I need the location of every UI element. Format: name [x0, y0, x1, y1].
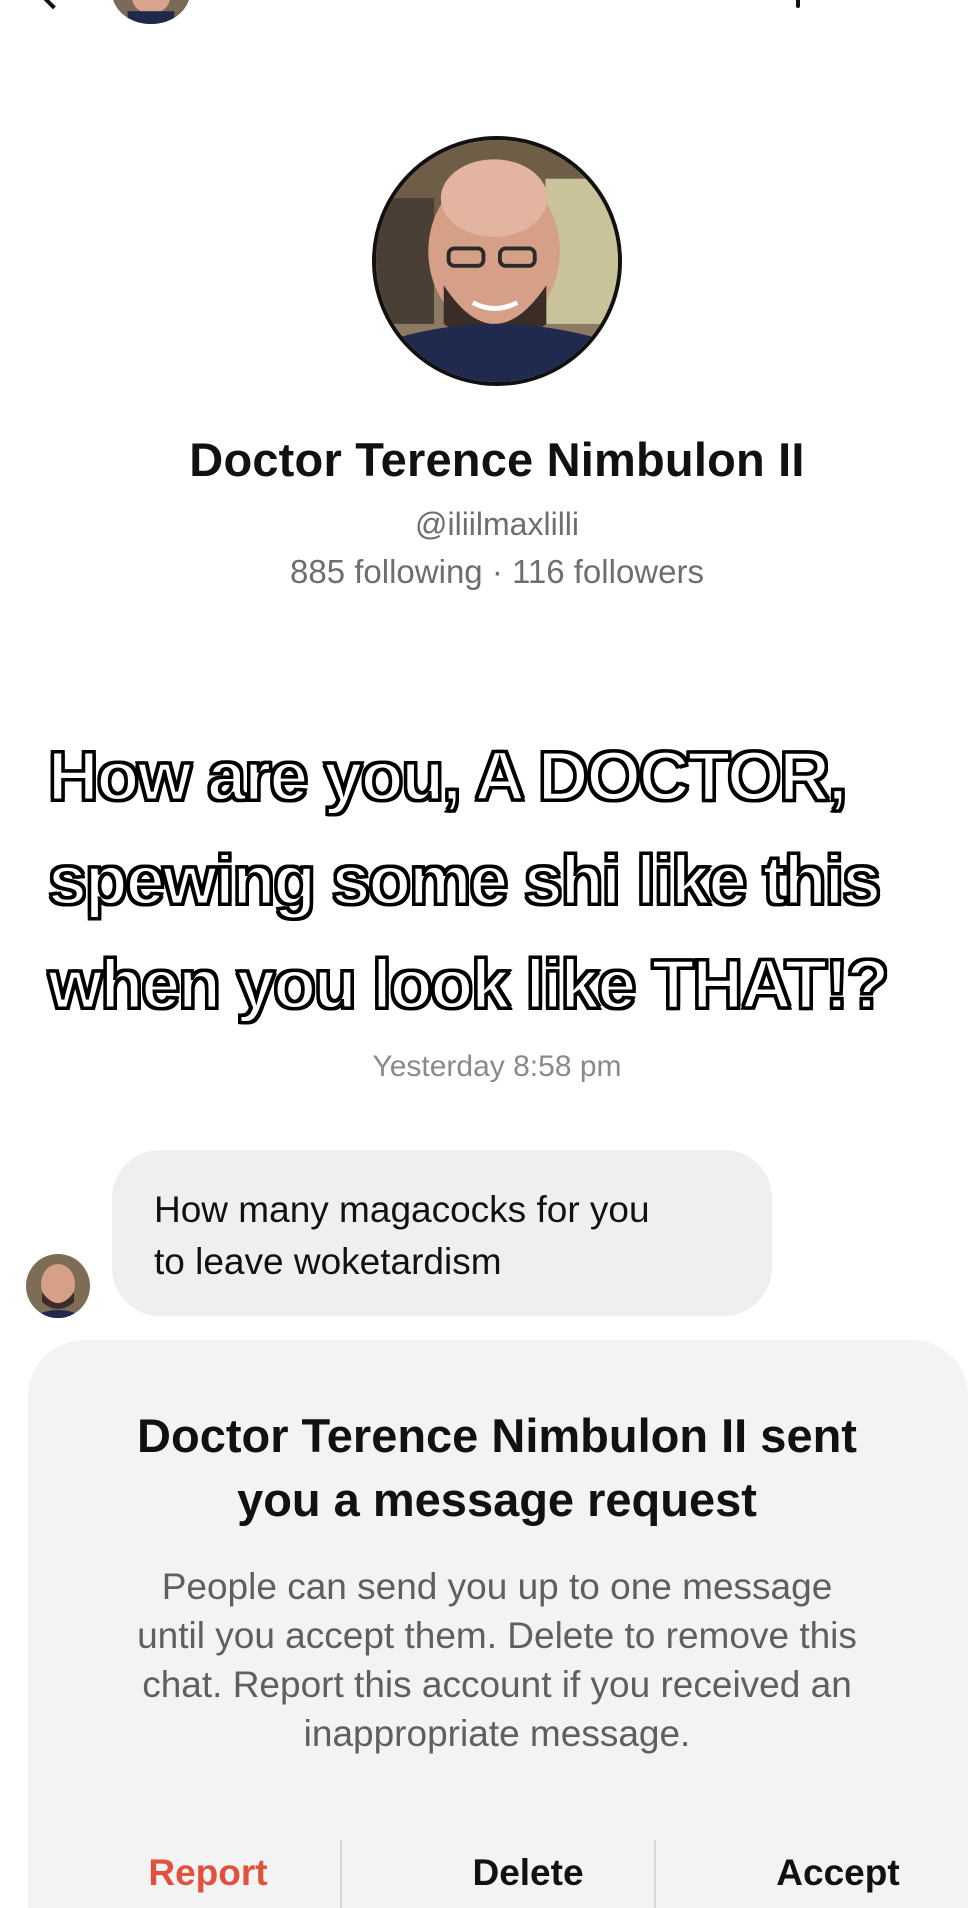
- report-button[interactable]: Report: [78, 1852, 338, 1894]
- delete-button[interactable]: Delete: [368, 1852, 688, 1894]
- divider: [654, 1840, 656, 1908]
- request-title-line: Doctor Terence Nimbulon II sent: [137, 1409, 857, 1462]
- profile-avatar[interactable]: [372, 136, 622, 386]
- profile-handle: @iliilmaxlilli: [414, 506, 580, 542]
- request-actions: Report Delete Accept: [28, 1840, 968, 1908]
- request-title: Doctor Terence Nimbulon II sent you a me…: [0, 1404, 972, 1532]
- accept-button[interactable]: Accept: [678, 1852, 972, 1894]
- message-timestamp: Yesterday 8:58 pm: [372, 1050, 622, 1083]
- request-body-line: inappropriate message.: [303, 1713, 691, 1754]
- request-body-line: chat. Report this account if you receive…: [142, 1664, 852, 1705]
- request-description: People can send you up to one message un…: [90, 1562, 904, 1758]
- caption-overlay: How are you, A DOCTOR, spewing some shi …: [47, 724, 948, 1036]
- back-chevron-icon[interactable]: [34, 0, 72, 10]
- caption-line: How are you, A DOCTOR,: [47, 736, 849, 817]
- message-bubble[interactable]: How many magacocks for you to leave woke…: [112, 1150, 772, 1316]
- request-title-line: you a message request: [237, 1473, 757, 1526]
- caption-line: when you look like THAT!?: [47, 944, 891, 1025]
- profile-name: Doctor Terence Nimbulon II: [189, 433, 805, 486]
- message-request-screen: Doctor Terence Nimbulon II @iliilmaxlill…: [0, 0, 972, 1908]
- caption-line: spewing some shi like this: [47, 840, 883, 921]
- request-body-line: until you accept them. Delete to remove …: [137, 1615, 857, 1656]
- profile-stats: 885 following · 116 followers: [290, 553, 704, 590]
- message-text-line: How many magacocks for you: [154, 1189, 650, 1230]
- request-body-line: People can send you up to one message: [161, 1566, 833, 1607]
- divider: [340, 1840, 342, 1908]
- message-text-line: to leave woketardism: [154, 1241, 502, 1282]
- more-icon[interactable]: [796, 0, 800, 8]
- sender-avatar[interactable]: [26, 1254, 90, 1318]
- header-avatar[interactable]: [112, 0, 190, 24]
